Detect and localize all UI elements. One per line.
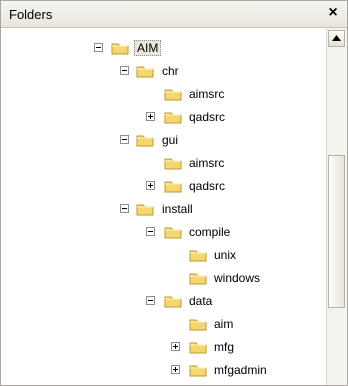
- folder-tree: AIM chr aimsrc qadsrc gui aimsrc qadsrc …: [1, 28, 326, 385]
- tree-item-label: mfgadmin: [214, 363, 267, 377]
- minus-expander-icon[interactable]: [120, 135, 129, 144]
- tree-item-label: data: [189, 294, 213, 308]
- tree-item-label: mfg: [214, 340, 235, 354]
- tree-item-install[interactable]: install: [1, 199, 326, 219]
- folder-icon: [164, 112, 182, 124]
- tree-item-data[interactable]: data: [1, 291, 326, 311]
- folder-icon: [189, 250, 207, 262]
- tree-item-label: gui: [162, 133, 179, 147]
- tree-item-label: chr: [162, 64, 179, 78]
- tree-item-label: qadsrc: [189, 110, 226, 124]
- scroll-up-button[interactable]: [328, 30, 345, 47]
- tree-item-compile[interactable]: compile: [1, 222, 326, 242]
- tree-item-chr-qadsrc[interactable]: qadsrc: [1, 107, 326, 127]
- plus-expander-icon[interactable]: [146, 181, 155, 190]
- pane-titlebar: Folders ×: [1, 1, 347, 28]
- plus-expander-icon[interactable]: [146, 112, 155, 121]
- folder-icon: [136, 135, 154, 147]
- tree-item-label: windows: [214, 271, 261, 285]
- tree-item-label: aim: [214, 317, 234, 331]
- pane-title: Folders: [9, 7, 53, 22]
- tree-item-chr[interactable]: chr: [1, 61, 326, 81]
- tree-item-label: AIM: [134, 40, 162, 56]
- tree-item-label: qadsrc: [189, 179, 226, 193]
- folder-icon: [189, 319, 207, 331]
- folders-pane: Folders × AIM chr aimsrc qadsrc gui aims…: [0, 0, 348, 386]
- folder-icon: [189, 273, 207, 285]
- tree-item-windows[interactable]: windows: [1, 268, 326, 288]
- tree-item-label: aimsrc: [189, 87, 225, 101]
- tree-item-mfgadmin[interactable]: mfgadmin: [1, 360, 326, 380]
- tree-item-label: compile: [189, 225, 231, 239]
- minus-expander-icon[interactable]: [120, 66, 129, 75]
- minus-expander-icon[interactable]: [94, 43, 103, 52]
- minus-expander-icon[interactable]: [120, 204, 129, 213]
- close-icon[interactable]: ×: [324, 4, 342, 22]
- tree-item-defs[interactable]: defs: [1, 383, 326, 385]
- folder-icon: [189, 342, 207, 354]
- tree-item-gui-qadsrc[interactable]: qadsrc: [1, 176, 326, 196]
- folder-icon: [136, 66, 154, 78]
- minus-expander-icon[interactable]: [146, 227, 155, 236]
- chevron-up-icon: [332, 35, 341, 41]
- folder-icon: [111, 43, 129, 55]
- minus-expander-icon[interactable]: [146, 296, 155, 305]
- folder-icon: [164, 158, 182, 170]
- tree-item-gui-aimsrc[interactable]: aimsrc: [1, 153, 326, 173]
- scrollbar-thumb[interactable]: [328, 155, 345, 308]
- vertical-scrollbar[interactable]: [326, 28, 347, 385]
- plus-expander-icon[interactable]: [171, 365, 180, 374]
- folder-icon: [136, 204, 154, 216]
- tree-item-label: install: [162, 202, 193, 216]
- tree-item-unix[interactable]: unix: [1, 245, 326, 265]
- tree-item-mfg[interactable]: mfg: [1, 337, 326, 357]
- folder-icon: [189, 365, 207, 377]
- folder-icon: [164, 296, 182, 308]
- tree-item-data-aim[interactable]: aim: [1, 314, 326, 334]
- folder-icon: [164, 89, 182, 101]
- tree-item-gui[interactable]: gui: [1, 130, 326, 150]
- folder-icon: [164, 227, 182, 239]
- plus-expander-icon[interactable]: [171, 342, 180, 351]
- tree-item-label: unix: [214, 248, 237, 262]
- tree-item-aim[interactable]: AIM: [1, 38, 326, 58]
- folder-icon: [164, 181, 182, 193]
- tree-item-chr-aimsrc[interactable]: aimsrc: [1, 84, 326, 104]
- tree-item-label: aimsrc: [189, 156, 225, 170]
